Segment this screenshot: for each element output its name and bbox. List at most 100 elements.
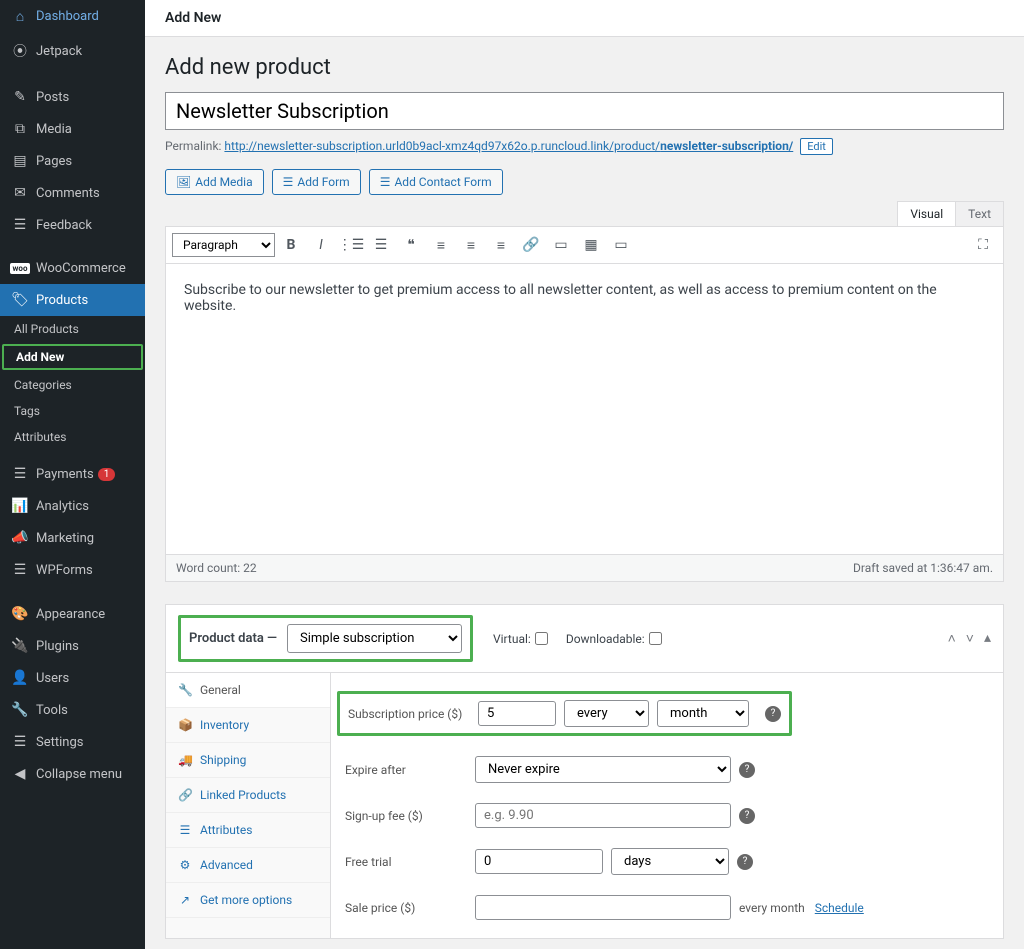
sidebar-item-feedback[interactable]: ☰ Feedback [0, 209, 145, 241]
help-icon[interactable]: ? [739, 808, 755, 824]
free-trial-input[interactable] [475, 849, 603, 874]
sidebar-item-posts[interactable]: ✎Posts [0, 81, 145, 113]
tab-linked-products[interactable]: 🔗Linked Products [166, 778, 330, 813]
quote-button[interactable]: ❝ [397, 231, 425, 259]
format-select[interactable]: Paragraph [172, 233, 275, 257]
sidebar-sub-attributes[interactable]: Attributes [0, 424, 145, 450]
inventory-icon: 📦 [178, 718, 192, 732]
number-list-button[interactable]: ☰ [367, 231, 395, 259]
tab-inventory[interactable]: 📦Inventory [166, 708, 330, 743]
sidebar-item-marketing[interactable]: 📣Marketing [0, 522, 145, 554]
sidebar-item-plugins[interactable]: 🔌Plugins [0, 630, 145, 662]
sidebar-item-woocommerce[interactable]: wooWooCommerce [0, 253, 145, 284]
comments-icon: ✉ [10, 185, 30, 201]
sidebar-sub-add-new[interactable]: Add New [2, 344, 143, 370]
add-contact-form-button[interactable]: ☰Add Contact Form [369, 169, 503, 195]
sidebar-sub-tags[interactable]: Tags [0, 398, 145, 424]
sale-price-input[interactable] [475, 895, 731, 920]
subscription-interval-select[interactable]: every [564, 700, 649, 727]
expire-after-select[interactable]: Never expire [475, 756, 731, 783]
link-icon: 🔗 [178, 788, 192, 802]
free-trial-unit-select[interactable]: days [611, 848, 729, 875]
sidebar-sub-all-products[interactable]: All Products [0, 316, 145, 342]
sidebar-item-label: Settings [36, 735, 83, 750]
permalink-label: Permalink: [165, 139, 221, 153]
align-left-button[interactable]: ≡ [427, 231, 455, 259]
sidebar-item-label: Feedback [36, 218, 92, 233]
permalink-edit-button[interactable]: Edit [800, 138, 833, 155]
add-media-button[interactable]: 🖼Add Media [165, 169, 264, 195]
toolbar-toggle-button[interactable]: ▦ [577, 231, 605, 259]
expire-after-label: Expire after [345, 763, 475, 777]
product-type-select[interactable]: Simple subscription [287, 624, 462, 653]
virtual-checkbox-label[interactable]: Virtual: [493, 632, 548, 646]
sidebar-item-appearance[interactable]: 🎨Appearance [0, 598, 145, 630]
sidebar-item-label: Appearance [36, 607, 105, 622]
attributes-icon: ☰ [178, 823, 192, 837]
word-count: Word count: 22 [176, 561, 257, 575]
italic-button[interactable]: I [307, 231, 335, 259]
sidebar-item-wpforms[interactable]: ☰WPForms [0, 554, 145, 586]
sidebar-sub-categories[interactable]: Categories [0, 372, 145, 398]
sidebar-item-label: Collapse menu [36, 767, 122, 782]
feedback-icon: ☰ [10, 217, 30, 233]
admin-sidebar: ⌂Dashboard ⦿Jetpack ✎Posts ⧉Media ▤Pages… [0, 0, 145, 949]
sidebar-item-dashboard[interactable]: ⌂Dashboard [0, 0, 145, 33]
downloadable-checkbox-label[interactable]: Downloadable: [566, 632, 662, 646]
subscription-price-input[interactable] [478, 701, 556, 726]
help-icon[interactable]: ? [737, 854, 753, 870]
settings-icon: ☰ [10, 734, 30, 750]
sidebar-item-jetpack[interactable]: ⦿Jetpack [0, 33, 145, 69]
sidebar-item-settings[interactable]: ☰ Settings [0, 726, 145, 758]
product-data-tabs: 🔧General 📦Inventory 🚚Shipping 🔗Linked Pr… [166, 673, 331, 938]
tab-shipping[interactable]: 🚚Shipping [166, 743, 330, 778]
align-center-button[interactable]: ≡ [457, 231, 485, 259]
bold-button[interactable]: B [277, 231, 305, 259]
editor-body[interactable]: Subscribe to our newsletter to get premi… [166, 264, 1003, 554]
sidebar-item-tools[interactable]: 🔧Tools [0, 694, 145, 726]
editor-tab-text[interactable]: Text [955, 201, 1004, 226]
gear-icon: ⚙ [178, 858, 192, 872]
payments-badge: 1 [98, 468, 116, 481]
downloadable-checkbox[interactable] [649, 632, 662, 645]
tools-icon: 🔧 [10, 702, 30, 718]
expand-icon[interactable]: ⛶ [969, 231, 997, 259]
subscription-period-select[interactable]: month [657, 700, 749, 727]
help-icon[interactable]: ? [765, 706, 781, 722]
sidebar-item-payments[interactable]: ☰Payments1 [0, 458, 145, 490]
permalink-link[interactable]: http://newsletter-subscription.urld0b9ac… [224, 139, 793, 153]
subscription-price-label: Subscription price ($) [348, 707, 470, 721]
help-icon[interactable]: ? [739, 762, 755, 778]
sidebar-item-comments[interactable]: ✉Comments [0, 177, 145, 209]
sidebar-item-analytics[interactable]: 📊Analytics [0, 490, 145, 522]
product-title-input[interactable] [165, 92, 1004, 130]
sidebar-item-users[interactable]: 👤Users [0, 662, 145, 694]
more-button[interactable]: ▭ [547, 231, 575, 259]
fullscreen-button[interactable]: ▭ [607, 231, 635, 259]
sidebar-item-collapse[interactable]: ◀Collapse menu [0, 758, 145, 790]
tab-get-more[interactable]: ↗Get more options [166, 883, 330, 918]
editor-tab-visual[interactable]: Visual [897, 201, 956, 226]
signup-fee-input[interactable] [475, 803, 731, 828]
align-right-button[interactable]: ≡ [487, 231, 515, 259]
tab-advanced[interactable]: ⚙Advanced [166, 848, 330, 883]
product-data-panel: Product data — Simple subscription Virtu… [165, 604, 1004, 939]
tab-attributes[interactable]: ☰Attributes [166, 813, 330, 848]
schedule-link[interactable]: Schedule [815, 901, 864, 915]
add-form-button[interactable]: ☰Add Form [272, 169, 361, 195]
analytics-icon: 📊 [10, 498, 30, 514]
sidebar-item-pages[interactable]: ▤Pages [0, 145, 145, 177]
sidebar-item-label: Posts [36, 90, 69, 105]
link-button[interactable]: 🔗 [517, 231, 545, 259]
virtual-checkbox[interactable] [535, 632, 548, 645]
panel-down-icon[interactable]: ˅ [966, 630, 974, 647]
page-subheader: Add New [145, 0, 1024, 37]
sidebar-item-products[interactable]: 🏷Products [0, 284, 145, 316]
form-icon: ☰ [283, 175, 294, 189]
panel-up-icon[interactable]: ˄ [948, 630, 956, 647]
tab-general[interactable]: 🔧General [166, 673, 330, 708]
bullet-list-button[interactable]: ⋮☰ [337, 231, 365, 259]
sale-price-suffix: every month [739, 901, 805, 915]
panel-toggle-icon[interactable]: ▴ [984, 630, 991, 647]
sidebar-item-media[interactable]: ⧉Media [0, 113, 145, 145]
